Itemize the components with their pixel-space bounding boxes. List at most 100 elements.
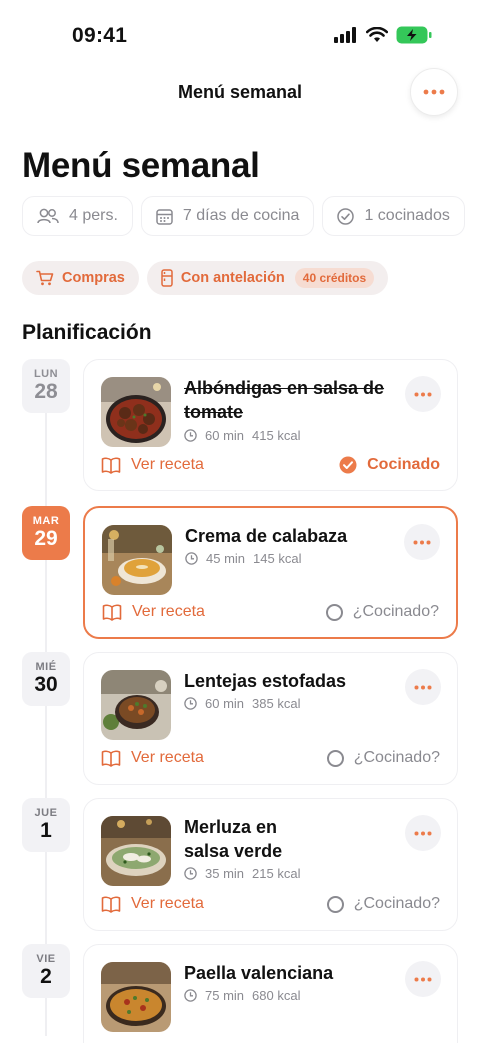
dish-image-lentils [101, 670, 171, 740]
empty-circle-icon [325, 603, 343, 621]
dish-title: Albóndigas en salsa de tomate [184, 378, 385, 422]
day-number: 29 [34, 527, 58, 550]
dish-kcal: 385 kcal [252, 696, 301, 711]
day-number: 2 [40, 965, 52, 988]
day-badge-wed: MIÉ 30 [22, 652, 70, 706]
cooked-toggle[interactable]: ¿Cocinado? [326, 749, 440, 767]
dish-time: 45 min [206, 551, 246, 566]
view-recipe-label: Ver receta [131, 895, 204, 912]
battery-charging-icon [396, 26, 432, 44]
dish-title: Merluza en salsa verde [184, 817, 283, 861]
more-horizontal-icon [414, 977, 432, 981]
book-icon [101, 896, 121, 913]
book-icon [101, 457, 121, 474]
credits-badge: 40 créditos [294, 268, 375, 288]
people-chip[interactable]: 4 pers. [22, 196, 133, 236]
shopping-label: Compras [62, 270, 125, 286]
nav-bar: Menú semanal [0, 68, 480, 118]
meal-card[interactable]: Albóndigas en salsa de tomate 60 min 415… [83, 359, 458, 491]
more-horizontal-icon [414, 831, 432, 835]
card-more-button[interactable] [405, 669, 441, 705]
view-recipe-label: Ver receta [131, 749, 204, 766]
book-icon [101, 750, 121, 767]
day-badge-thu: JUE 1 [22, 798, 70, 852]
page-title: Menú semanal [22, 146, 260, 185]
cooked-toggle[interactable]: ¿Cocinado? [325, 603, 439, 621]
cart-icon [36, 270, 54, 286]
dish-meta: 45 min 145 kcal [185, 551, 301, 566]
empty-circle-icon [326, 749, 344, 767]
more-horizontal-icon [414, 392, 432, 396]
card-more-button[interactable] [404, 524, 440, 560]
dish-kcal: 215 kcal [252, 866, 301, 881]
cooked-status-label: ¿Cocinado? [352, 603, 439, 620]
more-options-button[interactable] [410, 68, 458, 116]
dish-meta: 60 min 415 kcal [184, 428, 300, 443]
status-bar: 09:41 [0, 0, 480, 70]
meal-card[interactable]: Merluza en salsa verde 35 min 215 kcal V… [83, 798, 458, 931]
dish-kcal: 415 kcal [252, 428, 301, 443]
timeline-line [45, 396, 47, 1036]
meal-card[interactable]: Paella valenciana 75 min 680 kcal [83, 944, 458, 1043]
dish-image-paella [101, 962, 171, 1032]
section-title: Planificación [22, 321, 152, 344]
view-recipe-link[interactable]: Ver receta [101, 895, 204, 913]
days-count: 7 días de cocina [182, 207, 300, 224]
card-more-button[interactable] [405, 376, 441, 412]
meal-card[interactable]: Lentejas estofadas 60 min 385 kcal Ver r… [83, 652, 458, 785]
day-of-week: VIE [36, 953, 56, 965]
clock-icon [184, 867, 197, 880]
check-circle-filled-icon [339, 456, 357, 474]
prep-ahead-button[interactable]: Con antelación 40 créditos [146, 261, 389, 295]
stats-chips: 4 pers. 7 días de cocina 1 cocinados [22, 196, 465, 236]
day-number: 28 [34, 380, 58, 403]
meal-card-today[interactable]: Crema de calabaza 45 min 145 kcal Ver re… [83, 506, 458, 639]
dish-time: 35 min [205, 866, 245, 881]
card-more-button[interactable] [405, 815, 441, 851]
people-icon [37, 208, 59, 224]
status-time: 09:41 [72, 24, 128, 47]
view-recipe-link[interactable]: Ver receta [102, 603, 205, 621]
dish-time: 60 min [205, 428, 245, 443]
cooked-count: 1 cocinados [364, 207, 450, 224]
days-chip[interactable]: 7 días de cocina [140, 196, 315, 236]
card-more-button[interactable] [405, 961, 441, 997]
view-recipe-link[interactable]: Ver receta [101, 749, 204, 767]
cooked-status-label: Cocinado [367, 456, 440, 473]
clock-icon [185, 552, 198, 565]
day-badge-mon: LUN 28 [22, 359, 70, 413]
dish-image-hake [101, 816, 171, 886]
shopping-button[interactable]: Compras [22, 261, 139, 295]
cooked-chip[interactable]: 1 cocinados [322, 196, 465, 236]
dish-kcal: 680 kcal [252, 988, 301, 1003]
fridge-icon [161, 269, 173, 287]
day-of-week: MAR [32, 515, 60, 527]
status-icons [334, 26, 432, 44]
dish-time: 60 min [205, 696, 245, 711]
view-recipe-label: Ver receta [131, 456, 204, 473]
more-horizontal-icon [414, 685, 432, 689]
day-of-week: MIÉ [35, 661, 57, 673]
wifi-icon [366, 27, 388, 42]
prep-ahead-label: Con antelación [180, 270, 285, 286]
people-count: 4 pers. [69, 207, 118, 224]
day-badge-tue: MAR 29 [22, 506, 70, 560]
book-icon [102, 604, 122, 621]
dish-meta: 75 min 680 kcal [184, 988, 300, 1003]
action-pills: Compras Con antelación 40 créditos [22, 261, 389, 295]
dish-kcal: 145 kcal [253, 551, 302, 566]
dish-meta: 35 min 215 kcal [184, 866, 300, 881]
cooked-toggle[interactable]: Cocinado [339, 456, 440, 474]
calendar-icon [156, 208, 173, 225]
check-circle-icon [337, 207, 355, 225]
cooked-toggle[interactable]: ¿Cocinado? [326, 895, 440, 913]
cooked-status-label: ¿Cocinado? [353, 895, 440, 912]
more-horizontal-icon [423, 89, 445, 95]
dish-title: Crema de calabaza [185, 526, 348, 546]
clock-icon [184, 989, 197, 1002]
dish-title: Paella valenciana [184, 963, 334, 983]
day-of-week: LUN [33, 368, 59, 380]
dish-meta: 60 min 385 kcal [184, 696, 300, 711]
view-recipe-link[interactable]: Ver receta [101, 456, 204, 474]
signal-icon [334, 27, 356, 43]
